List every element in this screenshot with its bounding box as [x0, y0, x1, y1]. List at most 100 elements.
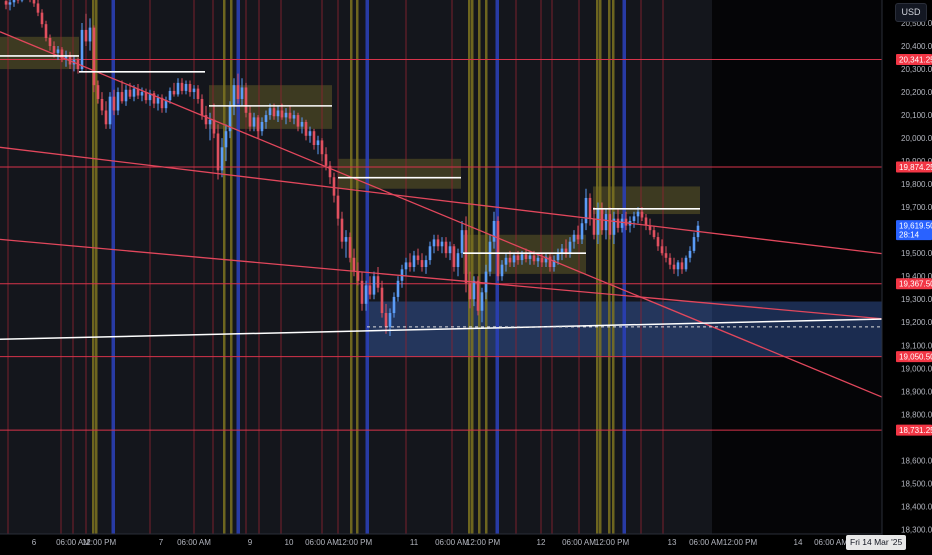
candle-body	[365, 285, 368, 303]
candle-body	[681, 262, 684, 269]
candle-body	[173, 91, 176, 94]
session-line-blue	[112, 0, 116, 534]
candle-body	[617, 219, 620, 228]
time-tick-label: 13	[668, 538, 677, 547]
candle-body	[197, 89, 200, 99]
candle-body	[585, 198, 588, 223]
candle-body	[513, 255, 516, 262]
candle-body	[669, 258, 672, 265]
candle-body	[221, 147, 224, 170]
candle-body	[5, 1, 8, 4]
candle-body	[293, 115, 296, 118]
candle-body	[685, 258, 688, 270]
countdown-label: 28:14	[899, 231, 920, 240]
price-tick-label: 18,900.00	[901, 387, 932, 396]
candle-body	[369, 285, 372, 294]
time-axis[interactable]: 606:00 AM12:00 PM706:00 AM91006:00 AM12:…	[0, 534, 882, 550]
time-tick-label: 12:00 PM	[82, 538, 117, 547]
session-line-olive	[608, 0, 611, 534]
time-tick-label: 06:00 AM	[177, 538, 211, 547]
candle-body	[589, 198, 592, 219]
time-tick-label: 7	[159, 538, 164, 547]
candle-body	[181, 83, 184, 91]
candle-body	[413, 255, 416, 267]
future-region	[712, 0, 882, 534]
candle-body	[525, 254, 528, 259]
candle-body	[225, 131, 228, 147]
candle-body	[445, 242, 448, 254]
candle-body	[157, 98, 160, 104]
candle-body	[261, 122, 264, 131]
candle-body	[529, 255, 532, 258]
candle-body	[569, 242, 572, 254]
candle-body	[341, 219, 344, 242]
candle-body	[693, 237, 696, 251]
price-axis[interactable]: 20,500.0020,400.0020,300.0020,200.0020,1…	[882, 0, 932, 550]
price-label-text: 18,731.25	[899, 426, 932, 435]
candle-body	[409, 262, 412, 267]
time-tick-label: 12	[537, 538, 546, 547]
candle-body	[269, 108, 272, 115]
session-line-olive	[478, 0, 481, 534]
candle-body	[657, 237, 660, 246]
price-tick-label: 18,300.00	[901, 525, 932, 534]
candle-body	[425, 260, 428, 267]
candle-body	[241, 87, 244, 99]
candle-body	[125, 90, 128, 102]
candle-body	[533, 255, 536, 261]
candle-body	[345, 237, 348, 242]
price-label-text: 19,367.50	[899, 280, 932, 289]
candle-body	[169, 91, 172, 100]
currency-badge[interactable]: USD	[895, 3, 927, 22]
candle-body	[333, 177, 336, 195]
price-tick-label: 20,400.00	[901, 42, 932, 51]
price-tick-label: 20,300.00	[901, 65, 932, 74]
price-tick-label: 20,000.00	[901, 134, 932, 143]
candle-body	[81, 30, 84, 69]
time-tick-label: 12:00 PM	[595, 538, 630, 547]
time-tick-label: 06:00 AM	[689, 538, 723, 547]
candle-body	[497, 221, 500, 276]
session-line-olive	[612, 0, 615, 534]
session-line-blue	[623, 0, 627, 534]
candle-body	[233, 85, 236, 106]
candle-body	[689, 251, 692, 258]
candle-body	[253, 117, 256, 126]
candle-body	[89, 28, 92, 42]
price-label-text: 19,050.50	[899, 353, 932, 362]
candle-body	[105, 110, 108, 124]
price-chart[interactable]: 20,500.0020,400.0020,300.0020,200.0020,1…	[0, 0, 932, 550]
candle-body	[509, 258, 512, 263]
candle-body	[297, 115, 300, 127]
candle-body	[485, 272, 488, 293]
price-tick-label: 18,800.00	[901, 410, 932, 419]
time-tick-label: 06:00 AM	[814, 538, 848, 547]
candle-body	[453, 246, 456, 267]
candle-body	[457, 253, 460, 267]
candle-body	[597, 209, 600, 234]
candle-body	[113, 97, 116, 111]
candle-body	[117, 92, 120, 110]
candle-body	[385, 313, 388, 327]
price-label-text: 19,619.50	[899, 222, 932, 231]
candle-body	[305, 122, 308, 136]
candle-body	[209, 120, 212, 125]
candle-body	[193, 89, 196, 92]
candle-body	[661, 246, 664, 253]
candle-body	[49, 38, 52, 46]
candle-body	[313, 131, 316, 145]
candle-body	[277, 110, 280, 116]
candle-body	[101, 99, 104, 111]
session-line-olive	[471, 0, 474, 534]
candle-body	[317, 140, 320, 145]
candle-body	[129, 90, 132, 97]
session-line-olive	[95, 0, 98, 534]
time-tick-label: 14	[794, 538, 803, 547]
candle-body	[393, 297, 396, 313]
price-tick-label: 19,800.00	[901, 180, 932, 189]
candle-body	[421, 260, 424, 267]
olive-zone	[463, 235, 586, 274]
chart-root[interactable]: 20,500.0020,400.0020,300.0020,200.0020,1…	[0, 0, 932, 550]
candle-body	[437, 239, 440, 246]
candle-body	[57, 49, 60, 52]
